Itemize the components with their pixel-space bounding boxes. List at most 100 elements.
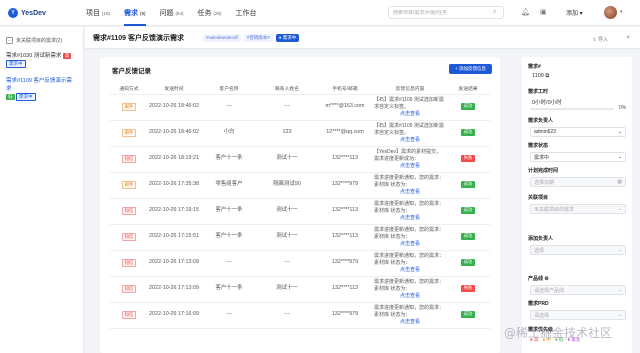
sidebar-item-req-1030[interactable]: 需求#1030 测试新需求 高 需求中 [6,52,77,68]
nav-tasks[interactable]: 任务 (29) [198,0,222,26]
nav-requirements[interactable]: 需求 (9) [124,0,146,26]
cell-time: 2022-10-26 17:19:15 [148,198,200,225]
cell-contact: 123 [258,120,316,147]
cell-contact: 隔离测试90 [258,172,316,199]
view-link[interactable]: 点击查看 [374,215,446,222]
sidebar-item-label: 需求#1109 客户反馈演示需求 [6,78,72,92]
cell-type: 短信 [110,276,148,303]
cell-phone: 132****113 [316,276,374,303]
cell-content: 需求进度更新通知，您的需求：素材库 状态为： 点击查看 [374,224,446,251]
sidebar-filter[interactable]: – 未关联项目的需求(2) [6,37,77,44]
chevron-down-icon: ⌄ [617,154,622,160]
view-link[interactable]: 点击查看 [374,137,446,144]
import-button[interactable]: ⇪ 导入 [592,36,608,43]
requirement-list-sidebar: – 未关联项目的需求(2) 需求#1030 测试新需求 高 需求中 需求#110… [0,27,84,353]
field-label: 需求工时 [528,89,549,95]
owner-select[interactable]: admin623 ⌄ [530,127,626,137]
notify-type-badge: 短信 [121,284,137,293]
cell-content: 【YesDev】需求的素材提交，需求进度更新成功： 点击查看 [374,146,446,173]
status-select[interactable]: 需求中 ⌄ [530,152,626,162]
tag-chip[interactable]: #营销版本# [243,34,273,42]
cell-result: 失败 [446,276,490,303]
field-label: 添加负责人 [528,236,554,242]
column-header: 客户名称 [200,83,258,95]
cell-type: 短信 [110,198,148,225]
cell-time: 2022-10-26 17:16:09 [148,302,200,329]
view-link[interactable]: 点击查看 [374,163,446,170]
view-link[interactable]: 点击查看 [374,293,446,300]
cell-result: 成功 [446,94,490,121]
feedback-records-card: 客户反馈记录 + 添加反馈信息 通知方式 发送时间 客户名称 联系人姓名 手机号… [100,57,500,353]
cell-result: 成功 [446,250,490,277]
collapse-icon[interactable]: – [6,37,13,44]
project-select[interactable]: 未关联项目的需求 ⌄ [530,204,626,214]
field-label: 产品线 ⚙ [528,276,549,282]
cell-type: 短信 [110,250,148,277]
field-label: 关联项目 [528,195,549,201]
notify-type-badge: 短信 [121,206,137,215]
cell-phone: 132****113 [316,224,374,251]
top-navigation-bar: Y YesDev 项目 (19) 需求 (9) 问题 (64) 任务 (29) 工作台 … [0,0,640,26]
cell-type: 短信 [110,302,148,329]
settings-icon[interactable]: ⚙ [544,276,548,282]
search-icon[interactable]: ⌕ [493,9,496,16]
cell-content: 需求进度更新通知，您的需求：素材库 状态为： 点击查看 [374,172,446,199]
close-icon[interactable]: × [626,35,630,41]
cell-content: 【石】需求#1109 测试选加新需求自定义标签。 点击查看 [374,94,446,121]
avatar[interactable] [604,6,617,19]
notify-type-badge: 短信 [121,232,137,241]
add-menu-button[interactable]: 添加 ▾ [566,8,583,17]
follower-select[interactable]: 选择 ⌄ [530,245,626,255]
chevron-down-icon: ⌄ [617,247,622,253]
send-result-badge: 成功 [460,103,476,110]
view-link[interactable]: 点击查看 [374,319,446,326]
watermark-text: @稀土掘金技术社区 [504,326,613,340]
chevron-down-icon: ⌄ [617,312,622,318]
table-row: 短信 2022-10-26 17:13:09 客户十一条 测试十一 132****113… [110,276,490,303]
cell-time: 2022-10-26 17:15:51 [148,224,200,251]
send-result-badge: 失败 [460,285,476,292]
nav-projects[interactable]: 项目 (19) [86,0,110,26]
priority-badge: 高 [62,53,72,59]
view-link[interactable]: 点击查看 [374,241,446,248]
prd-select[interactable]: 请选择 ⌄ [530,310,626,320]
date-picker[interactable]: 选择日期 ▦ [530,177,626,187]
notify-type-badge: 短信 [121,154,137,163]
cell-type: 短信 [110,224,148,251]
product-line-select[interactable]: 请选择产品线 ⌄ [530,285,626,295]
calendar-icon: ▦ [617,179,622,185]
cell-phone: 132****979 [316,250,374,277]
tag-chip[interactable]: #salesbandendf [203,34,241,42]
main-nav: 项目 (19) 需求 (9) 问题 (64) 任务 (29) 工作台 [86,0,273,26]
column-header: 手机号/邮箱 [316,83,374,95]
table-row: 短信 2022-10-26 17:16:09 --- --- 132****979 需求进… [110,302,490,329]
view-link[interactable]: 点击查看 [374,111,446,118]
requirement-id[interactable]: 1109 ⧉ [532,73,549,80]
view-link[interactable]: 点击查看 [374,267,446,274]
nav-workbench[interactable]: 工作台 [236,0,259,26]
cell-content: 需求进度更新通知，您的需求：素材库 状态为： 点击查看 [374,276,446,303]
send-result-badge: 成功 [460,181,476,188]
feedback-table: 通知方式 发送时间 客户名称 联系人姓名 手机号/邮箱 反馈信息内容 发送结果 … [110,83,490,329]
cell-type: 邮件 [110,94,148,121]
column-header: 通知方式 [110,83,148,95]
cell-time: 2022-10-26 18:46:02 [148,94,200,121]
calendar-icon[interactable]: ▣ [540,8,547,16]
chevron-down-icon[interactable]: ▾ [620,9,623,15]
status-badge[interactable]: ● 需求中 [275,34,300,42]
view-link[interactable]: 点击查看 [374,189,446,196]
cell-phone: 132****113 [316,146,374,173]
sidebar-item-req-1109[interactable]: 需求#1109 客户反馈演示需求 低 需求中 [6,77,77,101]
send-result-badge: 成功 [460,259,476,266]
field-label: 计划完成时间 [528,168,559,174]
search-input[interactable] [393,9,493,16]
progress-percent: 0% [619,105,627,111]
nav-issues[interactable]: 问题 (64) [160,0,184,26]
app-logo[interactable]: Y YesDev [8,8,46,18]
cell-content: 需求进度更新通知，您的需求：素材库 状态为： 点击查看 [374,302,446,329]
status-badge: 需求中 [16,93,36,101]
logo-icon: Y [8,8,18,18]
bell-icon[interactable]: 🔔︎ [521,8,530,16]
add-feedback-button[interactable]: + 添加反馈信息 [449,64,492,74]
cell-contact: 测试十一 [258,198,316,225]
